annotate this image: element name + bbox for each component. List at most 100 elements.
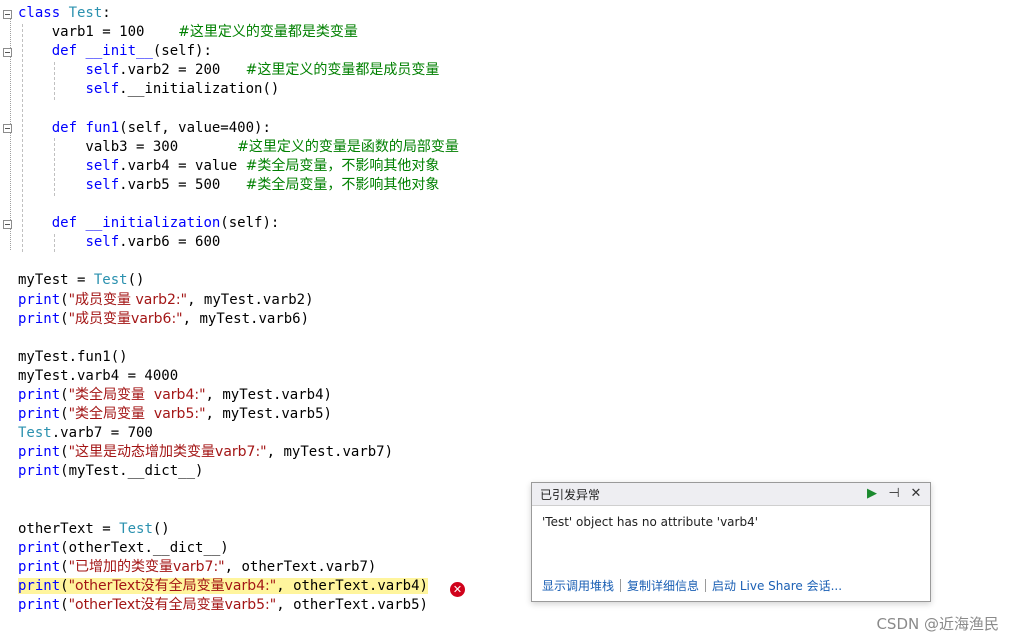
code-token: "类全局变量 varb5:" — [68, 406, 206, 423]
code-line[interactable]: def __initialization(self): — [18, 214, 280, 233]
code-token: ( — [60, 597, 69, 614]
code-line[interactable]: self.varb5 = 500 #类全局变量，不影响其他对象 — [18, 176, 439, 195]
code-line[interactable]: otherText = Test() — [18, 520, 170, 539]
code-line[interactable]: self.varb4 = value #类全局变量，不影响其他对象 — [18, 157, 439, 176]
code-line-text: class Test: — [18, 5, 111, 21]
code-line[interactable]: valb3 = 300 #这里定义的变量是函数的局部变量 — [18, 138, 459, 157]
code-token: "otherText没有全局变量varb5:" — [68, 597, 277, 614]
code-line[interactable]: varb1 = 100 #这里定义的变量都是类变量 — [18, 23, 358, 42]
highlighted-line-text: print("otherText没有全局变量varb4:", otherText… — [18, 578, 428, 594]
code-line[interactable]: myTest.varb4 = 4000 — [18, 367, 178, 386]
code-token: , myTest.varb2) — [187, 291, 314, 308]
copy-details-link[interactable]: 复制详细信息 — [627, 577, 699, 594]
code-token: #类全局变量，不影响其他对象 — [245, 157, 440, 174]
code-token: Test — [18, 425, 52, 442]
code-token: print — [18, 539, 61, 556]
code-line[interactable]: print("成员变量varb6:", myTest.varb6) — [18, 310, 309, 329]
code-token: fun1 — [85, 119, 120, 136]
code-token: ( — [60, 406, 69, 423]
code-token: self — [85, 234, 120, 251]
code-token: self — [85, 62, 120, 79]
code-line-text: varb1 = 100 #这里定义的变量都是类变量 — [18, 24, 358, 40]
code-token: class — [18, 5, 69, 21]
code-line-text: myTest.fun1() — [18, 349, 128, 365]
code-line-text: print("成员变量 varb2:", myTest.varb2) — [18, 292, 314, 308]
code-line-text: def __init__(self): — [18, 43, 212, 59]
fold-toggle-initialization[interactable] — [3, 220, 12, 229]
code-token: .varb2 = 200 — [119, 62, 246, 79]
code-line[interactable]: print("这里是动态增加类变量varb7:", myTest.varb7) — [18, 443, 393, 462]
code-token: varb1 = 100 — [18, 24, 179, 41]
code-token: self — [85, 176, 120, 193]
code-line[interactable]: print("otherText没有全局变量varb5:", otherText… — [18, 596, 428, 615]
fold-toggle-fun1[interactable] — [3, 124, 12, 133]
code-token: "otherText没有全局变量varb4:" — [68, 578, 277, 594]
code-line[interactable]: self.__initialization() — [18, 80, 279, 99]
code-token: print — [18, 387, 61, 403]
code-line[interactable]: print("成员变量 varb2:", myTest.varb2) — [18, 291, 314, 310]
code-token: () — [152, 520, 170, 537]
code-token: ( — [60, 387, 69, 403]
code-token: (self, value=400): — [119, 119, 271, 136]
continue-icon[interactable]: ▶ — [864, 485, 880, 501]
code-token: #这里定义的变量是函数的局部变量 — [237, 138, 459, 155]
code-token: "成员变量 varb2:" — [68, 291, 188, 308]
exception-popup: 已引发异常 ▶ ⊣ ✕ 'Test' object has no attribu… — [531, 482, 931, 602]
code-token: def — [18, 215, 86, 232]
fold-toggle-init[interactable] — [3, 48, 12, 57]
show-call-stack-link[interactable]: 显示调用堆栈 — [542, 577, 614, 594]
code-line-text: print("类全局变量 varb4:", myTest.varb4) — [18, 387, 332, 403]
code-token: print — [18, 578, 61, 594]
close-icon[interactable]: ✕ — [908, 485, 924, 501]
code-token: myTest = — [18, 272, 94, 289]
code-token: def — [18, 43, 86, 60]
code-token: valb3 = 300 — [18, 138, 238, 155]
code-token: Test — [119, 520, 153, 537]
code-token: __initialization — [85, 215, 221, 232]
code-token: ( — [60, 578, 69, 594]
code-line-text: print("这里是动态增加类变量varb7:", myTest.varb7) — [18, 444, 393, 460]
code-token: .__initialization() — [119, 81, 280, 98]
code-line[interactable]: def __init__(self): — [18, 42, 212, 61]
code-line-text: print("成员变量varb6:", myTest.varb6) — [18, 311, 309, 327]
code-line-text: print("类全局变量 varb5:", myTest.varb5) — [18, 406, 332, 422]
code-line[interactable]: print("类全局变量 varb4:", myTest.varb4) — [18, 386, 332, 405]
code-token: print — [18, 463, 61, 480]
fold-toggle-class[interactable] — [3, 10, 12, 19]
code-line[interactable]: print("类全局变量 varb5:", myTest.varb5) — [18, 405, 332, 424]
code-line[interactable]: myTest.fun1() — [18, 348, 128, 367]
code-line[interactable]: myTest = Test() — [18, 271, 144, 290]
code-line[interactable]: self.varb2 = 200 #这里定义的变量都是成员变量 — [18, 61, 439, 80]
code-token: , otherText.varb4) — [276, 578, 428, 594]
code-line-text: self.varb4 = value #类全局变量，不影响其他对象 — [18, 158, 439, 174]
code-line[interactable]: Test.varb7 = 700 — [18, 424, 153, 443]
code-token: #这里定义的变量都是成员变量 — [245, 62, 440, 79]
pin-icon[interactable]: ⊣ — [886, 485, 902, 501]
code-line[interactable]: print("已增加的类变量varb7:", otherText.varb7) — [18, 558, 376, 577]
code-line[interactable]: print(myTest.__dict__) — [18, 462, 203, 481]
code-token: print — [18, 597, 61, 614]
code-token: self — [85, 81, 120, 98]
code-line[interactable]: print("otherText没有全局变量varb4:", otherText… — [18, 577, 428, 596]
code-token: ( — [60, 558, 69, 575]
code-token: print — [18, 558, 61, 575]
code-token: Test — [93, 272, 128, 289]
code-token: , myTest.varb7) — [266, 444, 394, 461]
live-share-link[interactable]: 启动 Live Share 会话... — [712, 577, 842, 594]
code-token: print — [18, 291, 61, 308]
code-line-text: myTest = Test() — [18, 272, 144, 288]
error-x-icon[interactable]: ✕ — [450, 582, 465, 597]
code-line[interactable]: self.varb6 = 600 — [18, 233, 220, 252]
code-token: otherText = — [18, 520, 120, 537]
code-token: "类全局变量 varb4:" — [68, 387, 206, 403]
code-line-text: self.varb5 = 500 #类全局变量，不影响其他对象 — [18, 177, 439, 193]
code-line[interactable]: print(otherText.__dict__) — [18, 539, 229, 558]
code-line[interactable]: class Test: — [18, 4, 111, 23]
popup-links: 显示调用堆栈 复制详细信息 启动 Live Share 会话... — [542, 577, 842, 594]
code-line[interactable]: def fun1(self, value=400): — [18, 119, 271, 138]
